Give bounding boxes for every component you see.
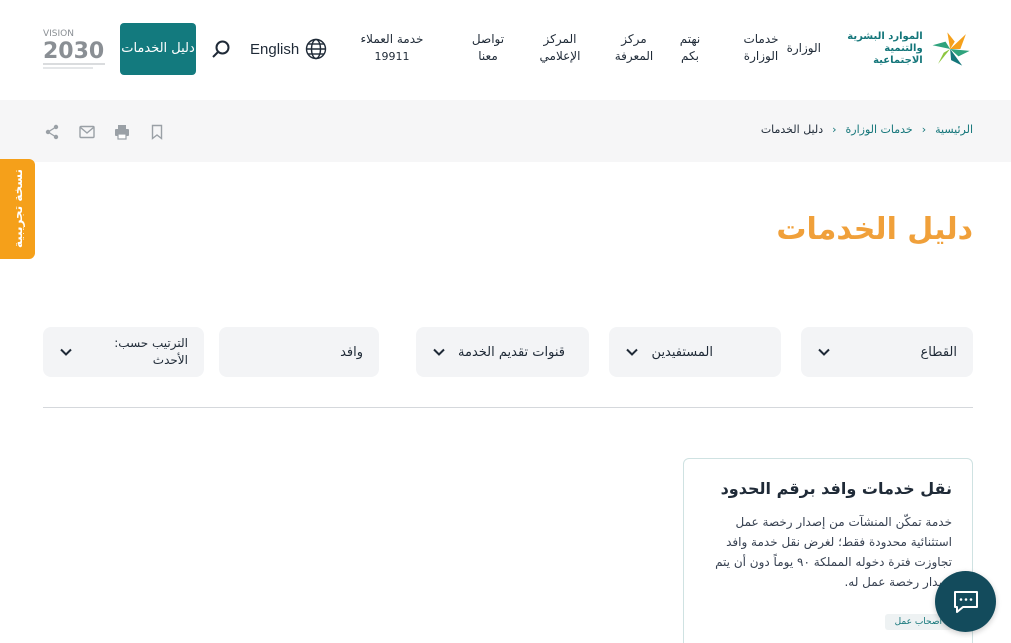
chevron-left-icon: ‹: [832, 123, 837, 136]
nav-media-center[interactable]: المركز الإعلامي: [537, 31, 583, 65]
ministry-logo[interactable]: الموارد البشرية والتنمية الاجتماعية: [838, 26, 973, 72]
chevron-down-icon: [626, 348, 638, 356]
sort-label: الترتيب حسب: الأحدث: [114, 336, 188, 367]
logo-text-line2: والتنمية الاجتماعية: [873, 43, 923, 66]
bookmark-icon: [151, 124, 162, 140]
filter-sector[interactable]: القطاع: [801, 327, 973, 377]
mail-icon: [78, 125, 95, 138]
breadcrumb: الرئيسية ‹ خدمات الوزارة ‹ دليل الخدمات: [761, 123, 973, 136]
chevron-down-icon: [818, 348, 830, 356]
nav-we-care[interactable]: نهتم بكم: [674, 31, 706, 65]
sort-select[interactable]: الترتيب حسب: الأحدث: [43, 327, 204, 377]
filter-channels[interactable]: قنوات تقديم الخدمة: [416, 327, 589, 377]
beta-version-label: نسخة تجريبية: [10, 169, 25, 249]
breadcrumb-services[interactable]: خدمات الوزارة: [846, 123, 913, 136]
breadcrumb-bar: الرئيسية ‹ خدمات الوزارة ‹ دليل الخدمات: [0, 100, 1011, 162]
customer-service-label: خدمة العملاء: [360, 32, 424, 46]
printer-icon: [114, 124, 129, 140]
svg-text:2030: 2030: [43, 39, 104, 64]
search-input[interactable]: [233, 344, 363, 360]
chat-button[interactable]: [935, 571, 996, 632]
filter-beneficiaries-label: المستفيدين: [651, 344, 713, 360]
vision-2030-logo: VISION 2030: [43, 26, 107, 72]
language-label: English: [250, 40, 300, 58]
filter-beneficiaries[interactable]: المستفيدين: [609, 327, 781, 377]
divider: [43, 407, 973, 408]
share-icon: [45, 124, 58, 139]
service-card-title[interactable]: نقل خدمات وافد برقم الحدود: [704, 479, 952, 498]
site-header: الموارد البشرية والتنمية الاجتماعية الوز…: [0, 0, 1011, 100]
logo-text-line1: الموارد البشرية: [847, 31, 923, 42]
search-button[interactable]: [210, 38, 232, 60]
nav-ministry[interactable]: الوزارة: [787, 40, 821, 57]
bookmark-button[interactable]: [148, 123, 165, 140]
chat-icon: [953, 590, 978, 613]
chevron-down-icon: [433, 348, 445, 356]
share-button[interactable]: [43, 123, 60, 140]
search-filter[interactable]: [219, 327, 379, 377]
breadcrumb-current: دليل الخدمات: [760, 123, 824, 136]
language-switch[interactable]: English: [250, 37, 327, 61]
search-icon: [212, 40, 230, 58]
beta-version-tab[interactable]: نسخة تجريبية: [0, 159, 35, 259]
globe-icon: [306, 38, 327, 60]
filter-sector-label: القطاع: [920, 344, 957, 360]
chevron-down-icon: [60, 348, 72, 356]
email-button[interactable]: [78, 123, 95, 140]
nav-services[interactable]: خدمات الوزارة: [741, 31, 781, 65]
nav-contact[interactable]: تواصل معنا: [470, 31, 506, 65]
filter-channels-label: قنوات تقديم الخدمة: [458, 344, 565, 360]
page-tools: [43, 123, 165, 140]
chevron-left-icon: ‹: [921, 123, 927, 136]
services-guide-button[interactable]: دليل الخدمات: [120, 23, 196, 75]
nav-customer-service[interactable]: خدمة العملاء 19911: [356, 31, 428, 65]
svg-text:VISION: VISION: [43, 29, 74, 39]
print-button[interactable]: [113, 123, 130, 140]
breadcrumb-home[interactable]: الرئيسية: [935, 123, 973, 136]
service-card-description: خدمة تمكّن المنشآت من إصدار رخصة عمل است…: [715, 515, 952, 589]
service-card[interactable]: نقل خدمات وافد برقم الحدود خدمة تمكّن ال…: [683, 458, 973, 643]
nav-knowledge-center[interactable]: مركز المعرفة: [612, 31, 656, 65]
ministry-emblem-icon: [932, 32, 970, 66]
page-title: دليل الخدمات: [776, 212, 973, 247]
customer-service-number: 19911: [374, 50, 410, 63]
